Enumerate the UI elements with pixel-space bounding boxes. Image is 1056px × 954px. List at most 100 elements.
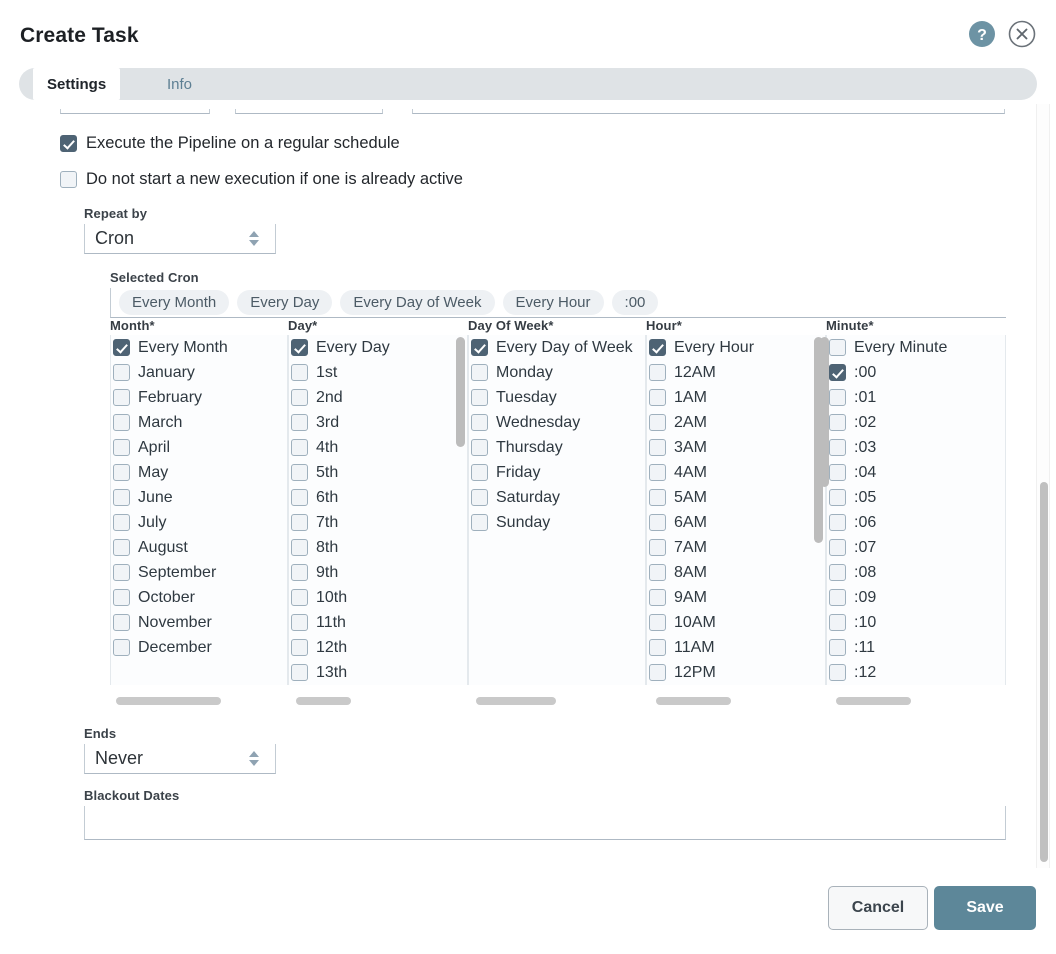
option-row[interactable]: 4AM — [647, 460, 825, 485]
option-row[interactable]: 4th — [289, 435, 467, 460]
option-row[interactable]: 11th — [289, 610, 467, 635]
option-row[interactable]: 3AM — [647, 435, 825, 460]
cron-chip[interactable]: Every Hour — [503, 290, 604, 315]
option-row[interactable]: 8AM — [647, 560, 825, 585]
option-checkbox[interactable] — [291, 589, 308, 606]
option-row[interactable]: Every Minute — [827, 335, 1005, 360]
option-row[interactable]: 7AM — [647, 535, 825, 560]
option-checkbox[interactable] — [113, 364, 130, 381]
option-row[interactable]: Thursday — [469, 435, 645, 460]
option-row[interactable]: August — [111, 535, 287, 560]
ends-spinner-arrows-icon[interactable] — [243, 748, 265, 770]
option-row[interactable]: September — [111, 560, 287, 585]
option-checkbox[interactable] — [113, 514, 130, 531]
dialog-scrollbar[interactable] — [1036, 104, 1050, 868]
option-row[interactable]: :07 — [827, 535, 1005, 560]
option-checkbox[interactable] — [649, 439, 666, 456]
column-vertical-scrollbar-thumb[interactable] — [820, 337, 829, 487]
option-checkbox[interactable] — [113, 564, 130, 581]
option-row[interactable]: 12AM — [647, 360, 825, 385]
option-checkbox[interactable] — [829, 614, 846, 631]
option-checkbox[interactable] — [291, 339, 308, 356]
option-checkbox[interactable] — [649, 464, 666, 481]
option-row[interactable]: 2nd — [289, 385, 467, 410]
option-row[interactable]: :06 — [827, 510, 1005, 535]
option-row[interactable]: Tuesday — [469, 385, 645, 410]
column-vertical-scrollbar[interactable] — [456, 335, 465, 685]
option-checkbox[interactable] — [829, 339, 846, 356]
option-checkbox[interactable] — [471, 439, 488, 456]
option-row[interactable]: 5AM — [647, 485, 825, 510]
option-checkbox[interactable] — [113, 639, 130, 656]
option-row[interactable]: May — [111, 460, 287, 485]
option-list-month[interactable]: Every MonthJanuaryFebruaryMarchAprilMayJ… — [110, 335, 288, 685]
option-row[interactable]: November — [111, 610, 287, 635]
option-row[interactable]: 12th — [289, 635, 467, 660]
option-row[interactable]: 13th — [289, 660, 467, 685]
option-row[interactable]: Saturday — [469, 485, 645, 510]
help-circle-icon[interactable]: ? — [968, 20, 996, 48]
option-checkbox[interactable] — [291, 464, 308, 481]
option-checkbox[interactable] — [113, 414, 130, 431]
option-checkbox[interactable] — [113, 339, 130, 356]
option-row[interactable]: :11 — [827, 635, 1005, 660]
option-row[interactable]: :10 — [827, 610, 1005, 635]
tab-info[interactable]: Info — [153, 68, 206, 100]
option-checkbox[interactable] — [113, 489, 130, 506]
close-circle-icon[interactable] — [1008, 20, 1036, 48]
option-checkbox[interactable] — [471, 364, 488, 381]
option-row[interactable]: :04 — [827, 460, 1005, 485]
option-checkbox[interactable] — [649, 514, 666, 531]
option-row[interactable]: October — [111, 585, 287, 610]
option-row[interactable]: Wednesday — [469, 410, 645, 435]
column-horizontal-scrollbar-thumb[interactable] — [476, 697, 556, 705]
option-row[interactable]: Monday — [469, 360, 645, 385]
option-row[interactable]: March — [111, 410, 287, 435]
option-row[interactable]: 7th — [289, 510, 467, 535]
option-checkbox[interactable] — [829, 664, 846, 681]
option-row[interactable]: 10AM — [647, 610, 825, 635]
option-checkbox[interactable] — [471, 514, 488, 531]
option-checkbox[interactable] — [291, 439, 308, 456]
option-row[interactable]: :00 — [827, 360, 1005, 385]
option-checkbox[interactable] — [649, 414, 666, 431]
option-row[interactable]: :12 — [827, 660, 1005, 685]
option-row[interactable]: Every Day of Week — [469, 335, 645, 360]
option-checkbox[interactable] — [829, 589, 846, 606]
option-checkbox[interactable] — [649, 664, 666, 681]
option-row[interactable]: Every Hour — [647, 335, 825, 360]
option-row[interactable]: :09 — [827, 585, 1005, 610]
blackout-dates-input[interactable] — [84, 806, 1006, 840]
option-row[interactable]: Friday — [469, 460, 645, 485]
option-checkbox[interactable] — [113, 539, 130, 556]
option-checkbox[interactable] — [471, 489, 488, 506]
tab-settings[interactable]: Settings — [33, 68, 120, 100]
option-checkbox[interactable] — [649, 339, 666, 356]
column-horizontal-scrollbar-thumb[interactable] — [836, 697, 911, 705]
option-row[interactable]: 6AM — [647, 510, 825, 535]
clipped-field-1[interactable] — [60, 109, 210, 114]
spinner-arrows-icon[interactable] — [243, 228, 265, 250]
option-checkbox[interactable] — [471, 339, 488, 356]
option-checkbox[interactable] — [649, 364, 666, 381]
option-checkbox[interactable] — [291, 664, 308, 681]
option-checkbox[interactable] — [291, 489, 308, 506]
option-checkbox[interactable] — [649, 489, 666, 506]
option-checkbox[interactable] — [291, 564, 308, 581]
option-list-day-of-week[interactable]: Every Day of WeekMondayTuesdayWednesdayT… — [468, 335, 646, 685]
option-row[interactable]: 1st — [289, 360, 467, 385]
repeat-by-select[interactable]: Cron — [84, 224, 276, 254]
option-row[interactable]: Every Month — [111, 335, 287, 360]
option-checkbox[interactable] — [291, 539, 308, 556]
option-row[interactable]: :08 — [827, 560, 1005, 585]
option-row[interactable]: Sunday — [469, 510, 645, 535]
option-checkbox[interactable] — [649, 389, 666, 406]
option-checkbox[interactable] — [471, 389, 488, 406]
option-checkbox[interactable] — [829, 514, 846, 531]
column-horizontal-scrollbar[interactable] — [116, 694, 276, 706]
option-row[interactable]: 9th — [289, 560, 467, 585]
option-row[interactable]: 2AM — [647, 410, 825, 435]
option-checkbox[interactable] — [829, 364, 846, 381]
option-checkbox[interactable] — [649, 564, 666, 581]
save-button[interactable]: Save — [934, 886, 1036, 930]
